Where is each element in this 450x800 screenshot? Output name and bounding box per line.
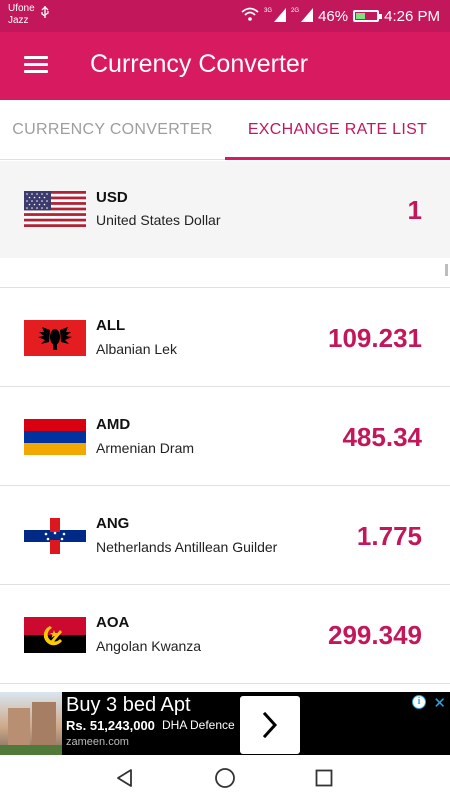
angola-flag-icon: [24, 617, 86, 653]
ad-open-button[interactable]: [240, 696, 300, 754]
currency-rate: 109.231: [328, 323, 422, 353]
us-flag-icon: [24, 191, 86, 227]
battery-percent: 46%: [318, 7, 349, 25]
currency-name: Albanian Lek: [96, 341, 177, 357]
rate-row-amd[interactable]: AMD Armenian Dram 485.34: [0, 387, 450, 486]
battery-icon: [353, 10, 383, 22]
status-icons: 3G 2G 46% 4:26 PM: [241, 7, 440, 25]
currency-name: Armenian Dram: [96, 440, 195, 456]
ad-info-icon[interactable]: i: [412, 695, 426, 709]
carrier-label: Ufone Jazz: [8, 3, 35, 27]
ad-price: Rs. 51,243,000: [66, 718, 155, 733]
currency-name: Netherlands Antillean Guilder: [96, 539, 278, 555]
currency-code: AOA: [96, 614, 130, 631]
currency-code: AMD: [96, 416, 131, 433]
ad-building-image: [0, 692, 62, 755]
hamburger-menu-icon[interactable]: [24, 56, 48, 76]
currency-rate: 1.775: [356, 521, 422, 551]
usb-icon: [40, 6, 50, 23]
clock: 4:26 PM: [384, 7, 440, 25]
currency-name: United States Dollar: [96, 212, 221, 228]
currency-rate: 1: [407, 195, 422, 225]
ad-domain: zameen.com: [66, 736, 129, 748]
system-nav-bar: [0, 755, 450, 800]
active-tab-indicator: [225, 157, 450, 160]
recents-square-icon[interactable]: [311, 765, 337, 791]
partially-hidden-row: [0, 258, 450, 288]
status-bar: Ufone Jazz 3G 2G 46% 4:26 PM: [0, 0, 450, 32]
chevron-right-icon: [262, 712, 278, 738]
app-title: Currency Converter: [90, 50, 309, 78]
netherlands-antilles-flag-icon: [24, 518, 86, 554]
currency-rate: 485.34: [342, 422, 422, 452]
carrier-secondary: Jazz: [8, 15, 29, 26]
albania-flag-icon: [24, 320, 86, 356]
currency-code: USD: [96, 189, 128, 206]
ad-title: Buy 3 bed Apt: [66, 694, 191, 716]
carrier-primary: Ufone: [8, 3, 35, 14]
base-currency-row[interactable]: USD United States Dollar 1: [0, 161, 450, 258]
signal-3g-icon: 3G: [264, 6, 287, 26]
tab-bar: CURRENCY CONVERTER EXCHANGE RATE LIST: [0, 100, 450, 160]
rate-row-ang[interactable]: ANG Netherlands Antillean Guilder 1.775: [0, 486, 450, 585]
tab-exchange-rate-list[interactable]: EXCHANGE RATE LIST: [225, 100, 450, 160]
rate-row-aoa[interactable]: AOA Angolan Kwanza 299.349: [0, 585, 450, 684]
app-bar: Currency Converter: [0, 32, 450, 100]
currency-code: ALL: [96, 317, 126, 334]
wifi-icon: [241, 7, 259, 25]
currency-rate: 299.349: [328, 620, 422, 650]
back-triangle-icon[interactable]: [112, 765, 138, 791]
currency-name: Angolan Kwanza: [96, 638, 202, 654]
ad-location: DHA Defence: [162, 718, 235, 732]
home-circle-icon[interactable]: [212, 765, 238, 791]
currency-code: ANG: [96, 515, 130, 532]
scrollbar-thumb[interactable]: [445, 264, 448, 276]
rate-row-all[interactable]: ALL Albanian Lek 109.231: [0, 288, 450, 387]
armenia-flag-icon: [24, 419, 86, 455]
ad-close-icon[interactable]: ✕: [433, 694, 446, 712]
svg-text:2G: 2G: [291, 8, 299, 14]
signal-2g-icon: 2G: [291, 6, 314, 26]
ad-banner[interactable]: Buy 3 bed Apt Rs. 51,243,000 DHA Defence…: [0, 692, 450, 755]
svg-text:3G: 3G: [264, 8, 272, 14]
tab-currency-converter[interactable]: CURRENCY CONVERTER: [0, 100, 225, 160]
